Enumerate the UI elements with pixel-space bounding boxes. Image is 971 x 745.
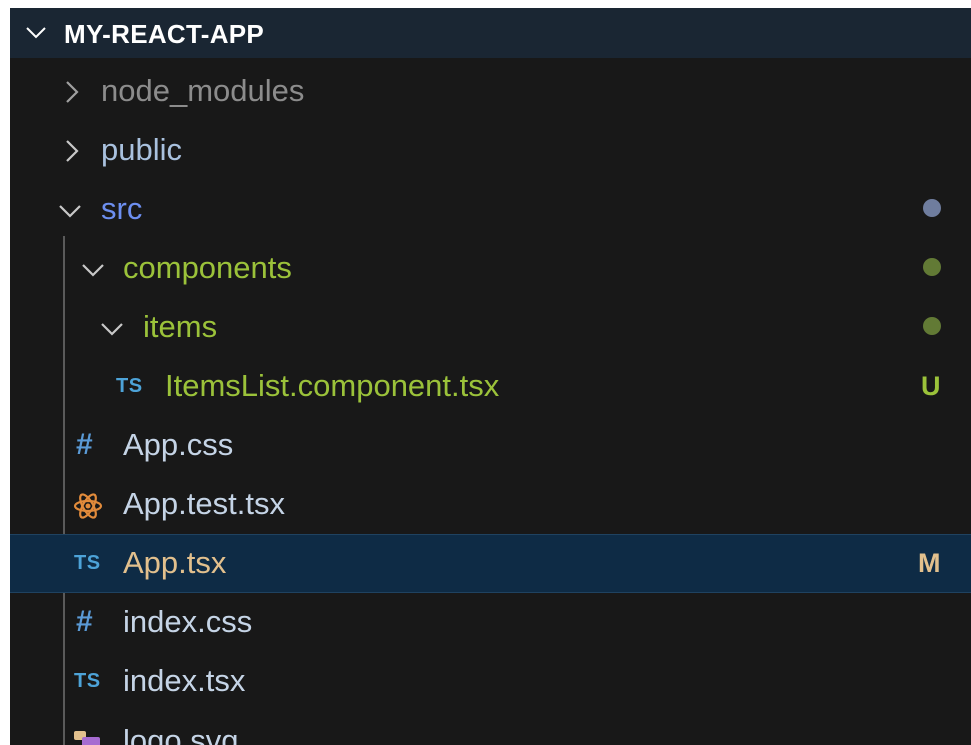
tree-item-app-css[interactable]: # App.css — [10, 416, 971, 475]
tree-item-app-tsx[interactable]: TS App.tsx M — [10, 534, 971, 593]
tree-item-items[interactable]: items — [10, 298, 971, 357]
tree-item-components[interactable]: components — [10, 239, 971, 298]
tree-item-label: logo.svg — [123, 723, 239, 745]
tree-item-label: ItemsList.component.tsx — [165, 368, 500, 403]
modified-dot-indicator — [923, 199, 941, 217]
tree-item-logo-svg[interactable]: logo.svg — [10, 711, 971, 745]
chevron-down-icon[interactable] — [80, 261, 106, 281]
file-explorer: MY-REACT-APP node_modules public src com… — [10, 8, 971, 745]
tree-item-label: public — [101, 132, 182, 167]
tree-item-label: App.css — [123, 427, 234, 462]
tree-item-index-css[interactable]: # index.css — [10, 593, 971, 652]
chevron-down-icon[interactable] — [99, 320, 125, 340]
git-status-badge: M — [918, 548, 941, 578]
tree-item-label: index.tsx — [123, 663, 246, 698]
tree-item-label: index.css — [123, 604, 253, 639]
explorer-section-header[interactable]: MY-REACT-APP — [10, 8, 971, 58]
typescript-file-icon: TS — [74, 670, 101, 692]
css-file-icon: # — [76, 428, 93, 461]
css-file-icon: # — [76, 605, 93, 638]
tree-item-public[interactable]: public — [10, 121, 971, 180]
svg-file-icon — [74, 729, 102, 745]
react-icon — [73, 491, 103, 526]
tree-item-label: App.test.tsx — [123, 486, 285, 521]
typescript-file-icon: TS — [116, 375, 143, 397]
chevron-right-icon[interactable] — [62, 138, 84, 164]
tree-item-app-test-tsx[interactable]: App.test.tsx — [10, 475, 971, 534]
tree-item-src[interactable]: src — [10, 180, 971, 239]
project-title: MY-REACT-APP — [64, 19, 265, 49]
tree-item-index-tsx[interactable]: TS index.tsx — [10, 652, 971, 711]
tree-item-label: node_modules — [101, 73, 305, 108]
tree-item-label: App.tsx — [123, 545, 227, 580]
chevron-right-icon[interactable] — [62, 79, 84, 105]
tree-item-label: components — [123, 250, 292, 285]
tree-item-label: src — [101, 191, 143, 226]
typescript-file-icon: TS — [74, 552, 101, 574]
untracked-dot-indicator — [923, 258, 941, 276]
tree-item-node-modules[interactable]: node_modules — [10, 62, 971, 121]
tree-item-itemslist-component-tsx[interactable]: TS ItemsList.component.tsx U — [10, 357, 971, 416]
chevron-down-icon[interactable] — [24, 21, 48, 45]
untracked-dot-indicator — [923, 317, 941, 335]
chevron-down-icon[interactable] — [57, 202, 83, 222]
tree-item-label: items — [143, 309, 218, 344]
git-status-badge: U — [921, 371, 941, 401]
